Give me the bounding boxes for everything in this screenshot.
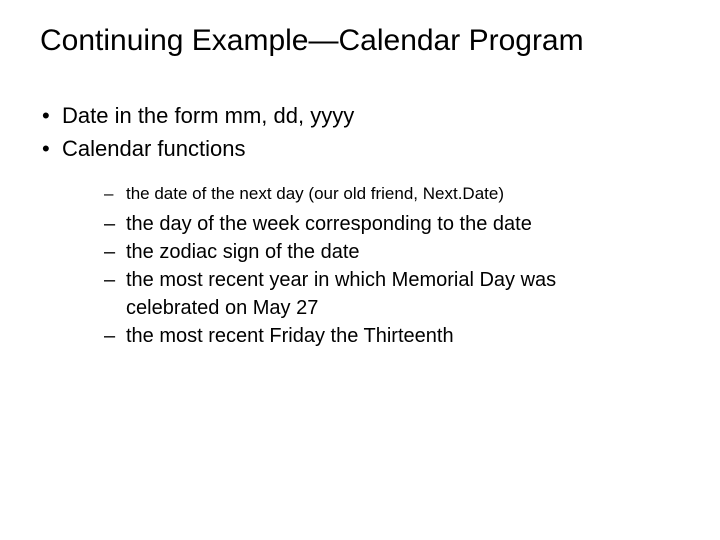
sub-bullet-memorial-day: the most recent year in which Memorial D… xyxy=(104,268,680,293)
slide: Continuing Example—Calendar Program Date… xyxy=(0,0,720,540)
sub-bullet-group: the date of the next day (our old friend… xyxy=(40,183,680,349)
sub-bullet-zodiac: the zodiac sign of the date xyxy=(104,240,680,265)
sub-bullet-memorial-day-cont: celebrated on May 27 xyxy=(104,296,680,321)
bullet-calendar-functions: Calendar functions xyxy=(40,135,680,164)
slide-title: Continuing Example—Calendar Program xyxy=(40,24,680,58)
sub-bullet-friday-13: the most recent Friday the Thirteenth xyxy=(104,324,680,349)
sub-bullet-day-of-week: the day of the week corresponding to the… xyxy=(104,212,680,237)
sub-bullet-nextdate: the date of the next day (our old friend… xyxy=(104,183,680,204)
bullet-date-form: Date in the form mm, dd, yyyy xyxy=(40,102,680,131)
